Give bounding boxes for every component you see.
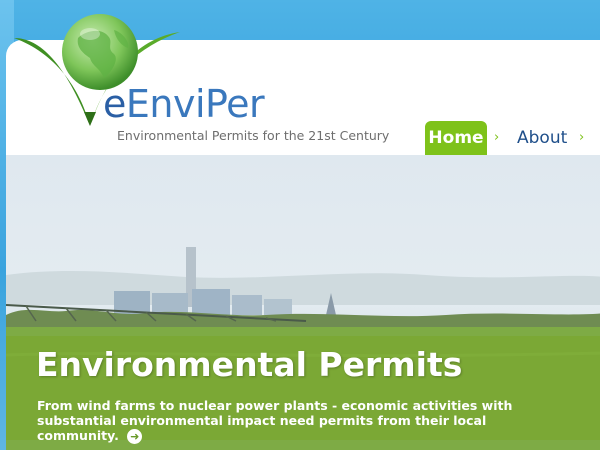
- arrow-right-icon[interactable]: ➜: [127, 429, 143, 444]
- hero-description: From wind farms to nuclear power plants …: [37, 398, 557, 444]
- nav-separator-icon: ›: [494, 130, 500, 145]
- nav-separator-icon: ›: [579, 130, 585, 145]
- hero-text: From wind farms to nuclear power plants …: [37, 398, 513, 443]
- nav-item-home[interactable]: Home: [425, 121, 487, 155]
- brand-prefix: e: [103, 82, 126, 126]
- brand-main: EnviPer: [125, 82, 265, 126]
- hero-title: Environmental Permits: [36, 345, 463, 384]
- brand-name[interactable]: eEnviPer: [103, 82, 265, 126]
- nav-item-about[interactable]: About: [517, 128, 567, 148]
- tagline: Environmental Permits for the 21st Centu…: [117, 128, 390, 143]
